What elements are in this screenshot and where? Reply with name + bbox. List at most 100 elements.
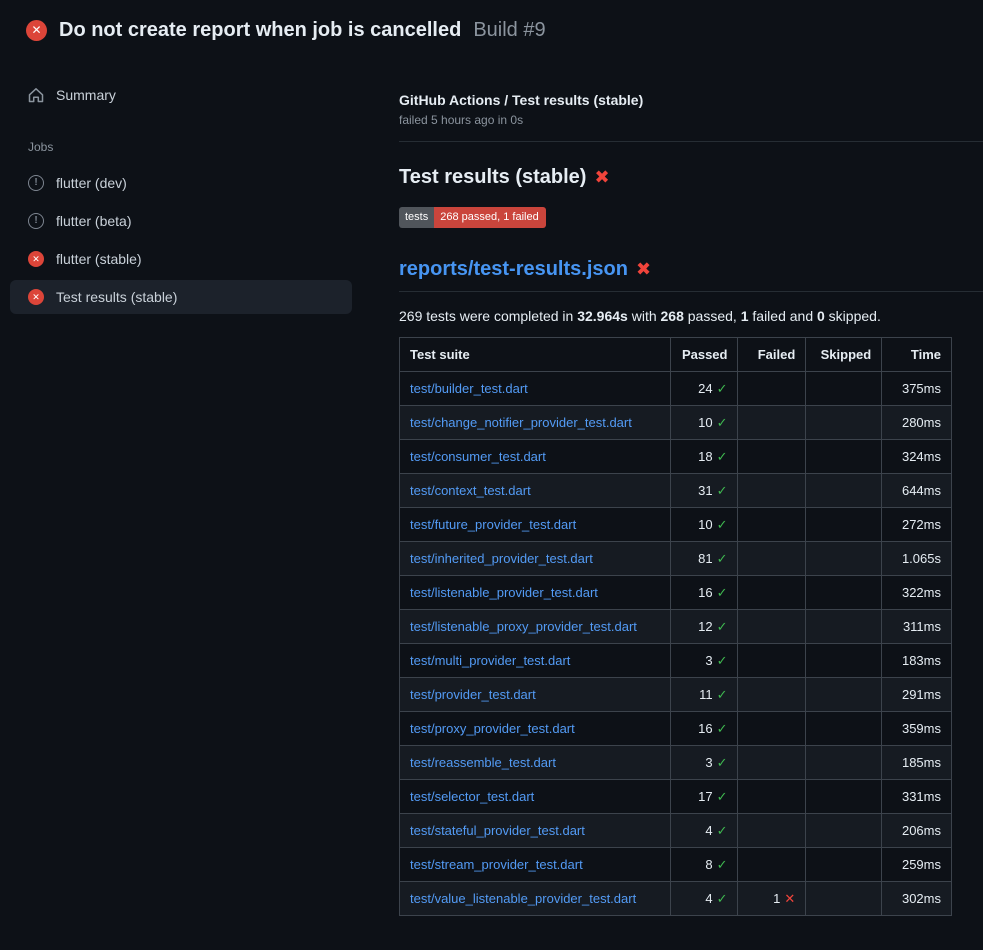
table-row: test/selector_test.dart17✓331ms — [400, 780, 952, 814]
test-suite-cell: test/reassemble_test.dart — [400, 746, 671, 780]
passed-cell: 11✓ — [670, 678, 738, 712]
table-row: test/proxy_provider_test.dart16✓359ms — [400, 712, 952, 746]
summary-line: 269 tests were completed in 32.964s with… — [399, 308, 983, 324]
failed-status-icon: ✕ — [28, 289, 44, 305]
test-suite-link[interactable]: test/listenable_provider_test.dart — [410, 585, 598, 600]
check-icon: ✓ — [717, 483, 728, 498]
table-row: test/listenable_provider_test.dart16✓322… — [400, 576, 952, 610]
sidebar-jobs: ! flutter (dev) !flutter (beta) ✕flutter (s… — [0, 166, 399, 314]
test-suite-link[interactable]: test/future_provider_test.dart — [410, 517, 576, 532]
test-suite-link[interactable]: test/builder_test.dart — [410, 381, 528, 396]
status-line: failed 5 hours ago in 0s — [399, 113, 983, 127]
test-suite-link[interactable]: test/multi_provider_test.dart — [410, 653, 570, 668]
skipped-cell — [806, 508, 882, 542]
test-suite-link[interactable]: test/inherited_provider_test.dart — [410, 551, 593, 566]
section-title-text: Test results (stable) — [399, 166, 586, 189]
check-icon: ✓ — [717, 551, 728, 566]
test-suite-cell: test/stream_provider_test.dart — [400, 848, 671, 882]
results-table: Test suite Passed Failed Skipped Time te… — [399, 337, 952, 916]
table-row: test/reassemble_test.dart3✓185ms — [400, 746, 952, 780]
test-suite-link[interactable]: test/stream_provider_test.dart — [410, 857, 583, 872]
page-header: ✕ Do not create report when job is cance… — [0, 0, 983, 58]
test-suite-link[interactable]: test/provider_test.dart — [410, 687, 536, 702]
failed-cell — [738, 406, 806, 440]
skipped-cell — [806, 406, 882, 440]
time-cell: 291ms — [882, 678, 952, 712]
passed-cell: 4✓ — [670, 882, 738, 916]
section-title: Test results (stable) ✖ — [399, 166, 983, 189]
test-suite-link[interactable]: test/proxy_provider_test.dart — [410, 721, 575, 736]
failed-cell — [738, 780, 806, 814]
count-value: 4 — [705, 891, 712, 906]
skipped-cell — [806, 474, 882, 508]
report-file-link[interactable]: reports/test-results.json — [399, 258, 628, 281]
sidebar-item-test-results-stable[interactable]: ✕Test results (stable) — [10, 280, 352, 314]
sidebar-item-flutter-stable[interactable]: ✕flutter (stable) — [10, 242, 352, 276]
check-icon: ✓ — [717, 687, 728, 702]
sidebar-item-summary[interactable]: Summary — [10, 78, 352, 112]
table-row: test/consumer_test.dart18✓324ms — [400, 440, 952, 474]
summary-text: skipped. — [825, 308, 881, 324]
passed-cell: 18✓ — [670, 440, 738, 474]
passed-cell: 4✓ — [670, 814, 738, 848]
report-title: reports/test-results.json ✖ — [399, 258, 983, 292]
passed-cell: 24✓ — [670, 372, 738, 406]
count-value: 16 — [698, 721, 712, 736]
failed-cell — [738, 474, 806, 508]
sidebar-item-flutter-beta[interactable]: !flutter (beta) — [10, 204, 352, 238]
test-suite-link[interactable]: test/reassemble_test.dart — [410, 755, 556, 770]
failed-cell — [738, 372, 806, 406]
check-icon: ✓ — [717, 449, 728, 464]
failed-cell — [738, 746, 806, 780]
test-suite-cell: test/builder_test.dart — [400, 372, 671, 406]
count-value: 3 — [705, 755, 712, 770]
test-suite-link[interactable]: test/value_listenable_provider_test.dart — [410, 891, 636, 906]
skipped-cell — [806, 712, 882, 746]
check-icon: ✓ — [717, 619, 728, 634]
failed-cell — [738, 542, 806, 576]
test-suite-link[interactable]: test/consumer_test.dart — [410, 449, 546, 464]
test-suite-cell: test/provider_test.dart — [400, 678, 671, 712]
sidebar-item-flutter-dev[interactable]: ! flutter (dev) — [10, 166, 352, 200]
failed-cell — [738, 678, 806, 712]
test-suite-link[interactable]: test/stateful_provider_test.dart — [410, 823, 585, 838]
tests-badge: tests 268 passed, 1 failed — [399, 207, 546, 228]
passed-count: 268 — [661, 308, 684, 324]
passed-cell: 8✓ — [670, 848, 738, 882]
column-header-skipped: Skipped — [806, 338, 882, 372]
table-row: test/future_provider_test.dart10✓272ms — [400, 508, 952, 542]
sidebar-item-label: flutter (dev) — [56, 175, 127, 191]
count-value: 31 — [698, 483, 712, 498]
passed-cell: 31 ✓ — [670, 474, 738, 508]
duration-value: 32.964s — [577, 308, 628, 324]
table-row: test/value_listenable_provider_test.dart… — [400, 882, 952, 916]
table-row: test/inherited_provider_test.dart81✓1.06… — [400, 542, 952, 576]
check-icon: ✓ — [717, 755, 728, 770]
passed-cell: 3✓ — [670, 746, 738, 780]
table-row: test/builder_test.dart24✓375ms — [400, 372, 952, 406]
check-icon: ✓ — [717, 653, 728, 668]
time-cell: 359ms — [882, 712, 952, 746]
skipped-cell — [806, 610, 882, 644]
test-suite-link[interactable]: test/selector_test.dart — [410, 789, 534, 804]
test-suite-link[interactable]: test/listenable_proxy_provider_test.dart — [410, 619, 637, 634]
test-suite-link[interactable]: test/context_test.dart — [410, 483, 531, 498]
skipped-cell — [806, 576, 882, 610]
passed-cell: 10✓ — [670, 406, 738, 440]
table-row: test/multi_provider_test.dart3✓183ms — [400, 644, 952, 678]
test-suite-cell: test/proxy_provider_test.dart — [400, 712, 671, 746]
count-value: 12 — [698, 619, 712, 634]
test-suite-link[interactable]: test/change_notifier_provider_test.dart — [410, 415, 632, 430]
sidebar: Summary Jobs !flutter (dev)!flutter (bet… — [0, 58, 399, 314]
failed-cell — [738, 644, 806, 678]
skipped-cell — [806, 848, 882, 882]
skipped-cell — [806, 542, 882, 576]
count-value: 16 — [698, 585, 712, 600]
skipped-cell — [806, 440, 882, 474]
passed-cell: 12 ✓ — [670, 610, 738, 644]
check-icon: ✓ — [717, 517, 728, 532]
neutral-status-icon: ! — [28, 175, 44, 191]
summary-text: 269 tests were completed in — [399, 308, 577, 324]
main-content: GitHub Actions / Test results (stable) f… — [399, 58, 983, 916]
count-value: 10 — [698, 517, 712, 532]
